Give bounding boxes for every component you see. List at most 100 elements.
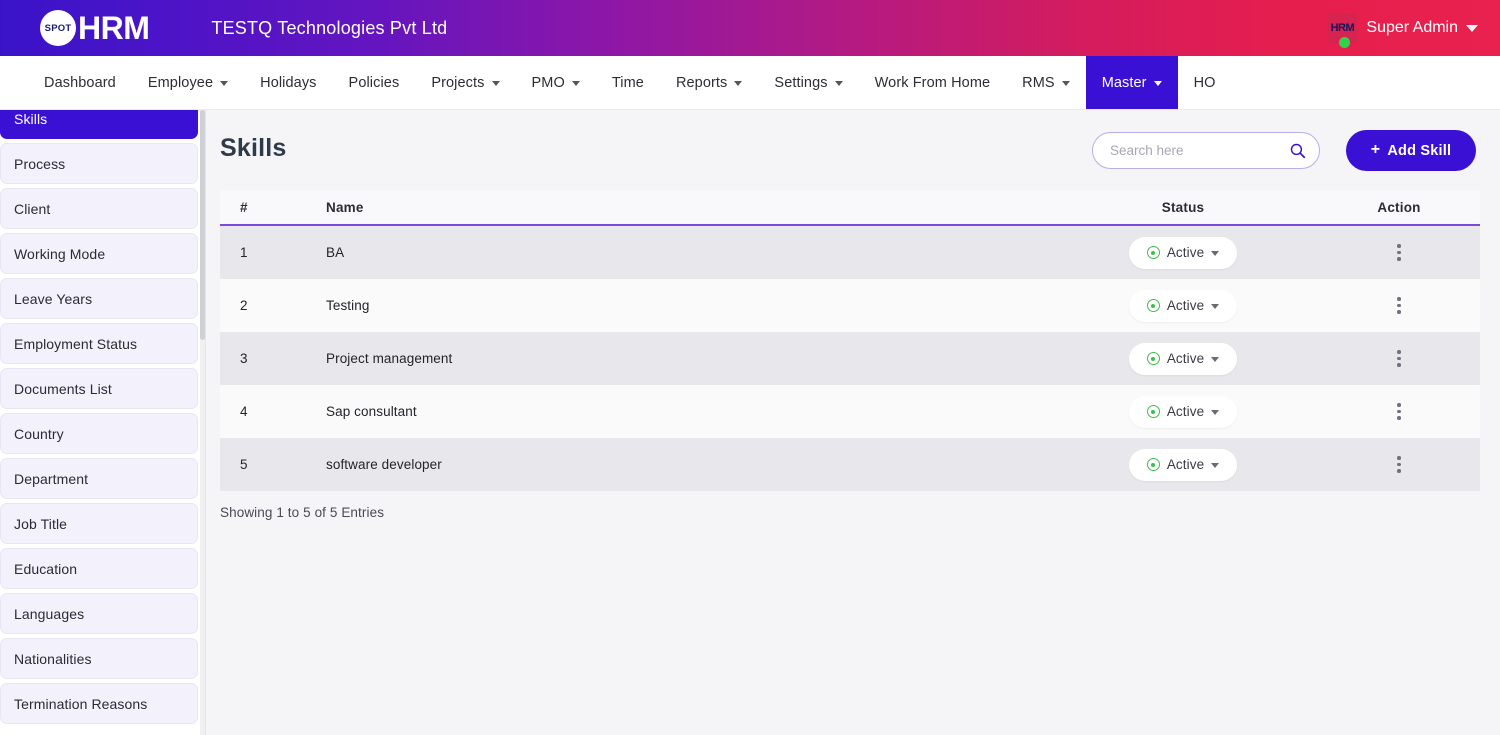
sidebar-item-skills[interactable]: Skills [0,110,198,139]
sidebar-item-department[interactable]: Department [0,458,198,499]
user-name-label: Super Admin [1366,19,1458,37]
page-title: Skills [220,134,287,163]
status-label: Active [1167,298,1204,313]
status-badge[interactable]: Active [1129,396,1237,428]
sidebar-item-employment-status[interactable]: Employment Status [0,323,198,364]
sidebar-item-label: Working Mode [14,246,105,262]
sidebar-scroll-content: Skills Process Client Working Mode Leave… [0,110,198,734]
sidebar-item-label: Job Title [14,516,67,532]
nav-item-work-from-home[interactable]: Work From Home [859,56,1007,109]
table-row[interactable]: 3 Project management Active [220,332,1480,385]
table-row[interactable]: 4 Sap consultant Active [220,385,1480,438]
row-action-cell [1318,452,1480,477]
avatar[interactable]: HRM [1327,13,1357,43]
sidebar-item-documents-list[interactable]: Documents List [0,368,198,409]
active-status-icon [1147,299,1160,312]
row-actions-menu-icon[interactable] [1389,452,1409,477]
active-status-icon [1147,458,1160,471]
active-status-icon [1147,246,1160,259]
nav-item-pmo[interactable]: PMO [516,56,596,109]
main-navigation: Dashboard Employee Holidays Policies Pro… [0,56,1500,110]
sidebar-item-education[interactable]: Education [0,548,198,589]
nav-item-holidays[interactable]: Holidays [244,56,332,109]
table-header-row: # Name Status Action [220,190,1480,226]
row-action-cell [1318,399,1480,424]
status-label: Active [1167,351,1204,366]
nav-item-projects[interactable]: Projects [415,56,515,109]
status-badge[interactable]: Active [1129,449,1237,481]
sidebar-item-nationalities[interactable]: Nationalities [0,638,198,679]
main-content: Skills + Add Skill # Name Status Action … [206,110,1500,735]
table-row[interactable]: 5 software developer Active [220,438,1480,491]
nav-label: HO [1194,75,1216,91]
nav-item-time[interactable]: Time [596,56,660,109]
row-actions-menu-icon[interactable] [1389,293,1409,318]
status-badge[interactable]: Active [1129,237,1237,269]
sidebar-divider [205,110,206,735]
row-index: 3 [220,351,268,366]
app-header: SPOT HRM TESTQ Technologies Pvt Ltd HRM … [0,0,1500,56]
row-name: Testing [268,298,1048,313]
active-status-icon [1147,405,1160,418]
table-row[interactable]: 1 BA Active [220,226,1480,279]
nav-label: Work From Home [875,75,991,91]
row-name: Project management [268,351,1048,366]
avatar-label: HRM [1331,22,1355,34]
sidebar-item-working-mode[interactable]: Working Mode [0,233,198,274]
sidebar-item-languages[interactable]: Languages [0,593,198,634]
search-icon[interactable] [1289,142,1306,159]
nav-item-rms[interactable]: RMS [1006,56,1086,109]
row-index: 1 [220,245,268,260]
table-row[interactable]: 2 Testing Active [220,279,1480,332]
nav-item-employee[interactable]: Employee [132,56,244,109]
row-index: 5 [220,457,268,472]
chevron-down-icon [1211,304,1219,309]
user-menu[interactable]: HRM Super Admin [1327,13,1478,43]
sidebar-item-termination-reasons[interactable]: Termination Reasons [0,683,198,724]
add-skill-label: Add Skill [1387,143,1451,159]
search-input[interactable] [1110,143,1289,158]
nav-left-spacer [0,56,28,109]
sidebar-item-client[interactable]: Client [0,188,198,229]
nav-item-ho[interactable]: HO [1178,56,1232,109]
logo-wordmark: HRM [78,12,149,44]
sidebar-item-label: Languages [14,606,84,622]
search-box[interactable] [1092,132,1320,169]
nav-item-settings[interactable]: Settings [758,56,858,109]
nav-label: Projects [431,75,484,91]
sidebar-item-label: Termination Reasons [14,696,147,712]
sidebar-scrollbar-thumb[interactable] [200,110,205,340]
add-skill-button[interactable]: + Add Skill [1346,130,1476,171]
chevron-down-icon[interactable] [1466,25,1478,32]
row-action-cell [1318,346,1480,371]
nav-item-dashboard[interactable]: Dashboard [28,56,132,109]
sidebar-item-country[interactable]: Country [0,413,198,454]
sidebar-scrollbar[interactable] [200,110,205,735]
row-actions-menu-icon[interactable] [1389,240,1409,265]
nav-label: Master [1102,75,1147,91]
status-badge[interactable]: Active [1129,343,1237,375]
nav-label: Time [612,75,644,91]
row-actions-menu-icon[interactable] [1389,399,1409,424]
nav-item-master[interactable]: Master [1086,56,1178,109]
status-badge[interactable]: Active [1129,290,1237,322]
row-actions-menu-icon[interactable] [1389,346,1409,371]
sidebar-item-label: Education [14,561,77,577]
sidebar-item-process[interactable]: Process [0,143,198,184]
plus-icon: + [1371,142,1381,158]
content-header: Skills + Add Skill [206,110,1500,188]
sidebar-item-job-title[interactable]: Job Title [0,503,198,544]
row-status-cell: Active [1048,343,1318,375]
nav-item-reports[interactable]: Reports [660,56,758,109]
status-label: Active [1167,404,1204,419]
row-name: BA [268,245,1048,260]
row-status-cell: Active [1048,449,1318,481]
chevron-down-icon [1211,410,1219,415]
sidebar-item-label: Process [14,156,65,172]
sidebar-item-leave-years[interactable]: Leave Years [0,278,198,319]
nav-label: Settings [774,75,827,91]
app-logo[interactable]: SPOT HRM [40,10,149,46]
sidebar-item-label: Leave Years [14,291,92,307]
nav-item-policies[interactable]: Policies [333,56,416,109]
sidebar-item-label: Employment Status [14,336,137,352]
